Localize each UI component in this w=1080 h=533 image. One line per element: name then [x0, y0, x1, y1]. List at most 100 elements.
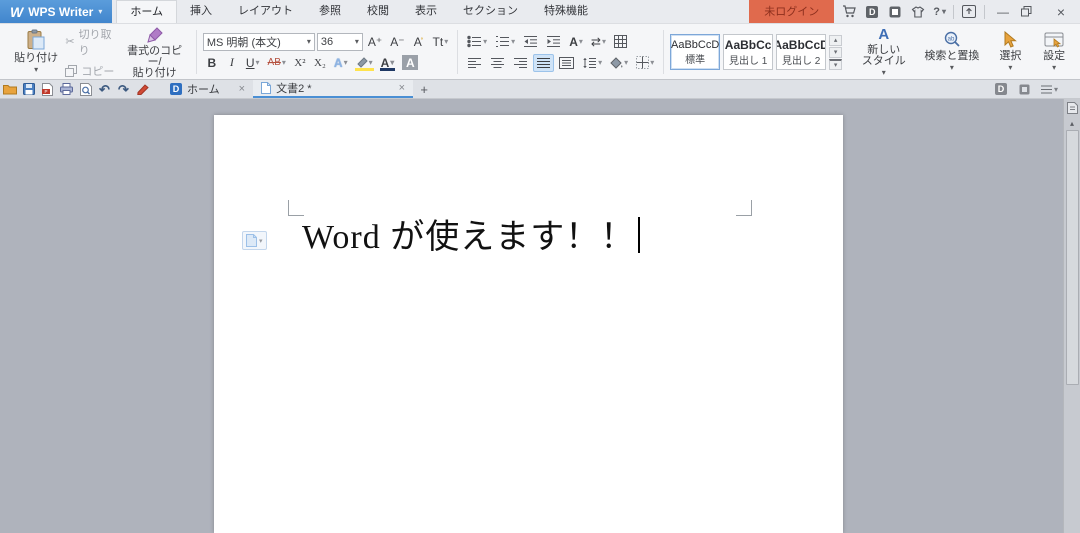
ribbon-tab-view[interactable]: 表示 [402, 0, 450, 23]
restore-button[interactable] [1021, 6, 1043, 17]
document-area[interactable]: ▾ Word が使えます！！ ▴ [0, 99, 1080, 533]
print-preview-button[interactable] [76, 80, 95, 98]
numbering-button[interactable]: ▾ [492, 33, 518, 51]
change-case-button[interactable]: Tt ▾ [430, 33, 452, 51]
paste-button[interactable]: 貼り付け ▾ [9, 27, 63, 77]
shrink-font-button[interactable]: A⁻ [387, 33, 407, 51]
strikethrough-button[interactable]: AB ▾ [265, 54, 289, 72]
style-heading1[interactable]: AaBbCc 見出し 1 [723, 34, 774, 70]
font-color-button[interactable]: A ▾ [378, 54, 398, 72]
document-text-line[interactable]: Word が使えます！！ [302, 215, 641, 261]
settings-button[interactable]: 設定 ▾ [1037, 29, 1071, 75]
docer-small-icon[interactable]: D [993, 81, 1009, 97]
grow-font-button[interactable]: A⁺ [365, 33, 385, 51]
vertical-scrollbar[interactable]: ▴ [1063, 99, 1080, 533]
styles-scroll-up-button[interactable]: ▴ [829, 34, 843, 46]
highlight-pen-icon [356, 57, 368, 68]
style-heading2[interactable]: AaBbCcD 見出し 2 [776, 34, 827, 70]
shading-button[interactable]: ▾ [607, 54, 631, 72]
subscript-button[interactable]: X₂ [311, 54, 329, 72]
font-size-select[interactable]: 36 ▾ [316, 32, 363, 51]
character-scaling-button[interactable]: A ▾ [566, 33, 586, 51]
new-style-button[interactable]: A 新しい スタイル ▾ [857, 25, 910, 80]
decrease-indent-button[interactable] [520, 33, 541, 51]
justify-button[interactable] [533, 53, 555, 72]
close-tab-icon[interactable]: × [399, 82, 405, 94]
find-replace-button[interactable]: ab 検索と置換 ▾ [920, 29, 983, 75]
app-title: WPS Writer [28, 4, 94, 19]
group-divider [457, 30, 459, 74]
increase-indent-button[interactable] [543, 33, 564, 51]
format-painter-button[interactable]: 書式のコピー/ 貼り付け [119, 24, 190, 81]
ribbon-tab-strip: ホーム 挿入 レイアウト 参照 校閲 表示 セクション 特殊機能 [116, 0, 601, 23]
line-spacing-icon [583, 57, 597, 68]
bullets-button[interactable]: ▾ [464, 33, 490, 51]
superscript-button[interactable]: X² [291, 54, 309, 72]
italic-button[interactable]: I [223, 54, 241, 72]
new-tab-button[interactable]: + [413, 80, 435, 98]
styles-scroll-down-button[interactable]: ▾ [829, 46, 843, 58]
document-page[interactable]: ▾ Word が使えます！！ [214, 115, 843, 533]
scrollbar-thumb[interactable] [1065, 130, 1079, 385]
redo-button[interactable]: ↷ [114, 80, 133, 98]
minimize-button[interactable]: — [992, 5, 1014, 19]
titlebar: W WPS Writer ▾ ホーム 挿入 レイアウト 参照 校閲 表示 セクシ… [0, 0, 1080, 24]
text-effects-button[interactable]: A ▾ [331, 54, 351, 72]
document-text[interactable]: Word が使えます！！ [302, 219, 635, 256]
open-file-button[interactable] [0, 80, 19, 98]
app-center-icon[interactable] [887, 4, 903, 20]
help-button[interactable]: ? ▾ [933, 6, 946, 18]
ribbon-tab-special-features[interactable]: 特殊機能 [531, 0, 601, 23]
ribbon-tab-insert[interactable]: 挿入 [177, 0, 225, 23]
scroll-up-button[interactable]: ▴ [1070, 116, 1074, 130]
line-spacing-button[interactable]: ▾ [579, 54, 605, 72]
align-right-button[interactable] [510, 54, 531, 72]
bold-button[interactable]: B [203, 54, 221, 72]
print-button[interactable] [57, 80, 76, 98]
scroll-doc-icon[interactable] [1066, 99, 1078, 116]
login-button[interactable]: 未ログイン [749, 0, 835, 23]
ruby-ring-icon: ˚ [420, 37, 424, 46]
distribute-button[interactable] [556, 54, 577, 72]
highlight-button[interactable]: ▾ [353, 54, 376, 72]
save-button[interactable] [19, 80, 38, 98]
hide-ribbon-icon[interactable] [961, 4, 977, 20]
character-shading-button[interactable]: A [399, 54, 421, 72]
ribbon-tab-review[interactable]: 校閲 [354, 0, 402, 23]
align-center-button[interactable] [487, 54, 508, 72]
doc-tab-document2[interactable]: 文書2 * × [253, 80, 414, 98]
undo-button[interactable]: ↶ [95, 80, 114, 98]
tab-list-icon[interactable]: ▾ [1040, 81, 1058, 97]
new-style-icon: A [878, 25, 890, 43]
shopping-cart-icon[interactable] [841, 4, 857, 20]
home-tab-label: ホーム [187, 84, 220, 96]
print-preview-icon [79, 82, 92, 96]
skin-theme-icon[interactable] [910, 4, 926, 20]
underline-button[interactable]: U ▾ [243, 54, 263, 72]
docer-icon[interactable]: D [864, 4, 880, 20]
ribbon-tab-layout[interactable]: レイアウト [225, 0, 306, 23]
character-grid-button[interactable] [611, 33, 630, 51]
close-button[interactable]: × [1050, 4, 1072, 20]
ribbon-tab-section[interactable]: セクション [450, 0, 531, 23]
borders-button[interactable]: ▾ [633, 54, 657, 72]
close-tab-icon[interactable]: × [239, 83, 245, 95]
paste-options-button[interactable]: ▾ [242, 231, 267, 250]
customize-quickbar-button[interactable] [133, 80, 152, 98]
ribbon-tab-references[interactable]: 参照 [306, 0, 354, 23]
select-button[interactable]: 選択 ▾ [993, 29, 1027, 75]
ribbon-tab-home[interactable]: ホーム [116, 0, 178, 23]
phonetic-guide-button[interactable]: A ˚ [410, 33, 428, 51]
export-pdf-button[interactable]: P [38, 80, 57, 98]
app-grid-icon[interactable] [1017, 81, 1033, 97]
styles-more-button[interactable]: ▾ [829, 58, 843, 70]
doc-tab-home[interactable]: D ホーム × [162, 80, 253, 98]
text-direction-button[interactable]: ⇄ ▾ [588, 33, 609, 51]
font-family-select[interactable]: MS 明朝 (本文) ▾ [202, 32, 315, 51]
wps-menu-button[interactable]: W WPS Writer ▾ [0, 0, 113, 23]
document-tabbar: P ↶ ↷ D ホーム × 文書2 * × + D ▾ [0, 80, 1080, 99]
cut-button[interactable]: ✂ 切り取り [65, 26, 117, 58]
align-left-button[interactable] [464, 54, 485, 72]
copy-button[interactable]: コピー [65, 63, 117, 79]
style-normal[interactable]: AaBbCcD 標準 [670, 34, 721, 70]
